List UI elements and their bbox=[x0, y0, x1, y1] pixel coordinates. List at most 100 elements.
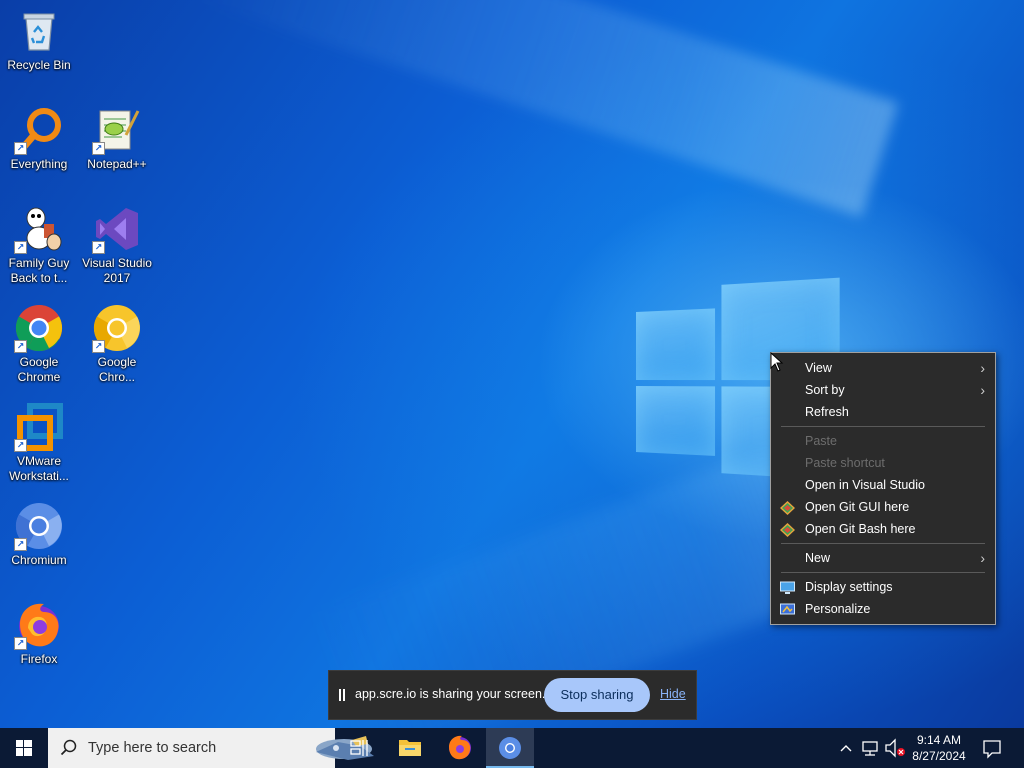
taskbar-search-box[interactable]: Type here to search bbox=[48, 728, 374, 768]
desktop-icon-label: Chromium bbox=[11, 553, 67, 567]
menu-item-label: Paste shortcut bbox=[805, 456, 885, 470]
family-guy-icon: ↗ bbox=[14, 204, 64, 254]
desktop-icon-recycle-bin[interactable]: Recycle Bin bbox=[0, 6, 78, 73]
volume-muted-button[interactable] bbox=[882, 728, 908, 768]
screen-sharing-bar: app.scre.io is sharing your screen. Stop… bbox=[328, 670, 697, 720]
chromium-icon: ↗ bbox=[14, 501, 64, 551]
hide-link[interactable]: Hide bbox=[660, 687, 686, 701]
chevron-up-icon bbox=[840, 745, 852, 752]
taskbar-chromium-active[interactable] bbox=[486, 728, 534, 768]
network-icon bbox=[862, 741, 878, 756]
shortcut-arrow-icon: ↗ bbox=[14, 340, 27, 353]
desktop-icon-label: Everything bbox=[10, 157, 68, 171]
desktop-icon-label: Visual Studio 2017 bbox=[82, 256, 152, 285]
desktop-icon-chromium[interactable]: ↗ Chromium bbox=[0, 501, 78, 568]
desktop-icon-label: Family Guy Back to t... bbox=[8, 256, 70, 285]
shortcut-arrow-icon: ↗ bbox=[14, 241, 27, 254]
display-icon bbox=[780, 580, 795, 594]
shortcut-arrow-icon: ↗ bbox=[14, 439, 27, 452]
file-explorer-icon bbox=[399, 740, 421, 756]
shortcut-arrow-icon: ↗ bbox=[92, 340, 105, 353]
desktop-icon-visual-studio[interactable]: ↗ Visual Studio 2017 bbox=[78, 204, 156, 286]
everything-search-icon: ↗ bbox=[14, 105, 64, 155]
vmware-icon: ↗ bbox=[14, 402, 64, 452]
menu-item-new[interactable]: New › bbox=[771, 547, 995, 569]
menu-item-paste-shortcut: Paste shortcut bbox=[771, 452, 995, 474]
shortcut-arrow-icon: ↗ bbox=[92, 241, 105, 254]
notification-icon bbox=[983, 740, 1001, 759]
personalize-icon bbox=[780, 602, 795, 616]
menu-separator bbox=[781, 572, 985, 573]
menu-separator bbox=[781, 543, 985, 544]
windows-logo-icon bbox=[16, 740, 32, 756]
chromium-icon bbox=[499, 737, 521, 759]
clock-date: 8/27/2024 bbox=[912, 749, 966, 763]
visual-studio-icon: ↗ bbox=[92, 204, 142, 254]
firefox-icon: ↗ bbox=[14, 600, 64, 650]
desktop-icon-label: Google Chro... bbox=[97, 355, 137, 384]
desktop-icon-family-guy[interactable]: ↗ Family Guy Back to t... bbox=[0, 204, 78, 286]
desktop-icon-vmware-workstation[interactable]: ↗ VMware Workstati... bbox=[0, 402, 78, 484]
shortcut-arrow-icon: ↗ bbox=[14, 142, 27, 155]
desktop-icon-firefox[interactable]: ↗ Firefox bbox=[0, 600, 78, 667]
chevron-right-icon: › bbox=[980, 360, 985, 376]
shortcut-arrow-icon: ↗ bbox=[92, 142, 105, 155]
volume-muted-icon bbox=[885, 738, 905, 758]
menu-item-label: Personalize bbox=[805, 602, 871, 616]
search-placeholder: Type here to search bbox=[88, 740, 217, 756]
menu-item-label: Paste bbox=[805, 434, 837, 448]
chevron-right-icon: › bbox=[980, 550, 985, 566]
menu-item-personalize[interactable]: Personalize bbox=[771, 598, 995, 620]
menu-item-label: Open Git Bash here bbox=[805, 522, 916, 536]
desktop-icon-label: Notepad++ bbox=[87, 157, 147, 171]
desktop-icon-label: VMware Workstati... bbox=[9, 454, 69, 483]
search-icon bbox=[60, 739, 77, 756]
desktop-icon-label: Google Chrome bbox=[17, 355, 61, 384]
desktop-icon-label: Firefox bbox=[20, 652, 58, 666]
menu-item-paste: Paste bbox=[771, 430, 995, 452]
menu-item-label: Display settings bbox=[805, 580, 893, 594]
notepad-plus-plus-icon: ↗ bbox=[92, 105, 142, 155]
desktop-icon-google-chrome[interactable]: ↗ Google Chrome bbox=[0, 303, 78, 385]
recycle-bin-icon bbox=[14, 6, 64, 56]
desktop-icon-label: Recycle Bin bbox=[7, 58, 71, 72]
drag-handle-icon[interactable] bbox=[339, 689, 345, 701]
menu-item-open-git-bash[interactable]: Open Git Bash here bbox=[771, 518, 995, 540]
taskbar-file-explorer[interactable] bbox=[386, 728, 434, 768]
task-view-icon bbox=[350, 740, 368, 756]
chevron-right-icon: › bbox=[980, 382, 985, 398]
show-hidden-icons-button[interactable] bbox=[836, 728, 856, 768]
desktop-icon-chrome-canary[interactable]: ↗ Google Chro... bbox=[78, 303, 156, 385]
stop-sharing-button[interactable]: Stop sharing bbox=[544, 678, 650, 712]
git-icon bbox=[780, 522, 795, 537]
taskbar-firefox[interactable] bbox=[436, 728, 484, 768]
git-icon bbox=[780, 500, 795, 515]
menu-item-display-settings[interactable]: Display settings bbox=[771, 576, 995, 598]
menu-item-refresh[interactable]: Refresh bbox=[771, 401, 995, 423]
menu-item-view[interactable]: View › bbox=[771, 357, 995, 379]
shortcut-arrow-icon: ↗ bbox=[14, 637, 27, 650]
desktop-icon-notepad-plus-plus[interactable]: ↗ Notepad++ bbox=[78, 105, 156, 172]
start-button[interactable] bbox=[0, 728, 48, 768]
mouse-cursor-icon bbox=[770, 351, 784, 372]
menu-item-label: New bbox=[805, 551, 831, 565]
task-view-button[interactable] bbox=[336, 728, 384, 768]
desktop-context-menu: View › Sort by › Refresh Paste Paste sho… bbox=[770, 352, 996, 625]
taskbar: Type here to search 9:14 AM 8/27/2024 bbox=[0, 728, 1024, 768]
action-center-button[interactable] bbox=[978, 728, 1006, 768]
network-status-button[interactable] bbox=[858, 728, 882, 768]
chrome-canary-icon: ↗ bbox=[92, 303, 142, 353]
menu-item-label: Refresh bbox=[805, 405, 849, 419]
menu-item-open-in-visual-studio[interactable]: Open in Visual Studio bbox=[771, 474, 995, 496]
desktop-icon-everything[interactable]: ↗ Everything bbox=[0, 105, 78, 172]
shortcut-arrow-icon: ↗ bbox=[14, 538, 27, 551]
firefox-icon bbox=[449, 735, 471, 760]
menu-separator bbox=[781, 426, 985, 427]
menu-item-sort-by[interactable]: Sort by › bbox=[771, 379, 995, 401]
menu-item-open-git-gui[interactable]: Open Git GUI here bbox=[771, 496, 995, 518]
wallpaper-light-beam bbox=[195, 0, 899, 218]
taskbar-clock[interactable]: 9:14 AM 8/27/2024 bbox=[908, 732, 970, 764]
menu-item-label: Sort by bbox=[805, 383, 845, 397]
menu-item-label: View bbox=[805, 361, 832, 375]
chrome-icon: ↗ bbox=[14, 303, 64, 353]
